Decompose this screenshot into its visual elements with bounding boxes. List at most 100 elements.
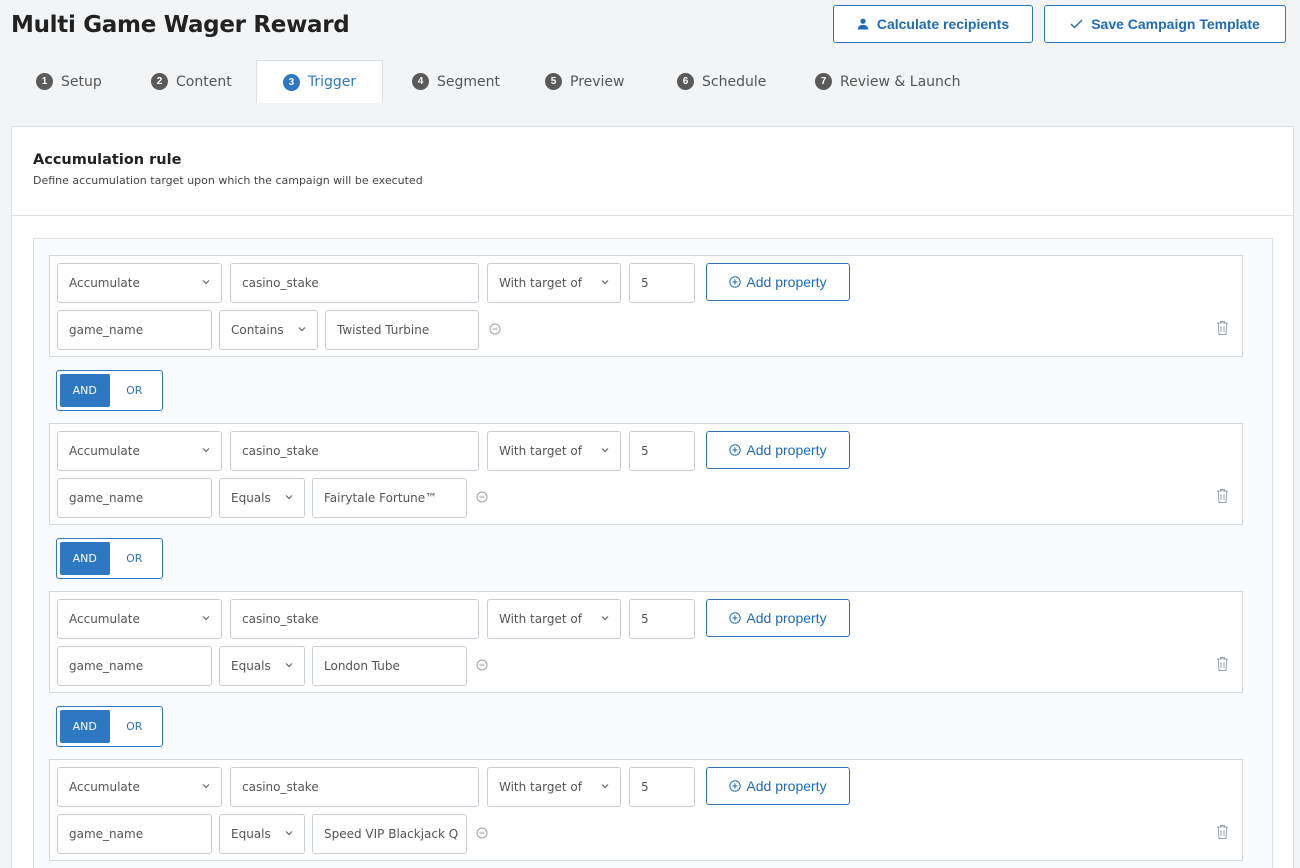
operator-value: Equals <box>231 491 271 505</box>
tab-segment[interactable]: 4 Segment <box>412 60 500 103</box>
property-name-input[interactable]: game_name <box>57 478 212 518</box>
property-name-value: game_name <box>69 323 144 337</box>
section-subtitle: Define accumulation target upon which th… <box>33 174 423 187</box>
add-property-label: Add property <box>746 442 827 458</box>
property-name-input[interactable]: game_name <box>57 646 212 686</box>
step-number-badge: 3 <box>282 73 300 91</box>
step-number-badge: 5 <box>545 73 562 90</box>
remove-property-icon[interactable] <box>489 323 501 335</box>
and-or-toggle: AND OR <box>56 538 163 579</box>
metric-value: casino_stake <box>242 780 319 794</box>
operator-select[interactable]: Contains <box>219 310 318 350</box>
plus-circle-icon <box>729 276 742 288</box>
operator-value: Contains <box>231 323 284 337</box>
target-value-input[interactable]: 5 <box>629 767 695 807</box>
metric-value: casino_stake <box>242 276 319 290</box>
trash-icon[interactable] <box>1216 320 1229 336</box>
chevron-down-icon <box>601 280 609 285</box>
and-option[interactable]: AND <box>60 374 110 407</box>
metric-input[interactable]: casino_stake <box>230 767 479 807</box>
remove-property-icon[interactable] <box>476 827 488 839</box>
chevron-down-icon <box>202 280 210 285</box>
add-property-button[interactable]: Add property <box>706 599 850 637</box>
page-title: Multi Game Wager Reward <box>11 12 350 38</box>
action-select[interactable]: Accumulate <box>57 767 222 807</box>
trash-icon[interactable] <box>1216 656 1229 672</box>
add-property-label: Add property <box>746 274 827 290</box>
property-value-input[interactable]: Fairytale Fortune™ <box>312 478 467 518</box>
action-select[interactable]: Accumulate <box>57 599 222 639</box>
action-select[interactable]: Accumulate <box>57 431 222 471</box>
add-property-button[interactable]: Add property <box>706 263 850 301</box>
property-value-input[interactable]: Twisted Turbine <box>325 310 479 350</box>
section-header: Accumulation rule Define accumulation ta… <box>12 127 1293 216</box>
or-option[interactable]: OR <box>110 710 160 743</box>
target-value-input[interactable]: 5 <box>629 431 695 471</box>
property-name-value: game_name <box>69 491 144 505</box>
property-name-input[interactable]: game_name <box>57 310 212 350</box>
chevron-down-icon <box>202 616 210 621</box>
or-option[interactable]: OR <box>110 374 160 407</box>
target-value: 5 <box>641 780 649 794</box>
operator-value: Equals <box>231 827 271 841</box>
chevron-down-icon <box>285 663 293 668</box>
calculate-recipients-button[interactable]: Calculate recipients <box>833 5 1033 43</box>
metric-input[interactable]: casino_stake <box>230 599 479 639</box>
or-option[interactable]: OR <box>110 542 160 575</box>
metric-input[interactable]: casino_stake <box>230 263 479 303</box>
action-value: Accumulate <box>69 780 140 794</box>
target-mode-select[interactable]: With target of <box>487 599 621 639</box>
chevron-down-icon <box>601 448 609 453</box>
tab-preview[interactable]: 5 Preview <box>545 60 625 103</box>
target-mode-value: With target of <box>499 444 582 458</box>
save-campaign-template-button[interactable]: Save Campaign Template <box>1044 5 1286 43</box>
and-option[interactable]: AND <box>60 710 110 743</box>
action-select[interactable]: Accumulate <box>57 263 222 303</box>
metric-value: casino_stake <box>242 444 319 458</box>
target-value: 5 <box>641 612 649 626</box>
plus-circle-icon <box>729 612 742 624</box>
action-value: Accumulate <box>69 276 140 290</box>
target-value-input[interactable]: 5 <box>629 263 695 303</box>
target-mode-select[interactable]: With target of <box>487 431 621 471</box>
metric-value: casino_stake <box>242 612 319 626</box>
tab-content[interactable]: 2 Content <box>151 60 232 103</box>
user-icon <box>857 18 869 30</box>
add-property-button[interactable]: Add property <box>706 767 850 805</box>
target-value: 5 <box>641 276 649 290</box>
target-mode-value: With target of <box>499 276 582 290</box>
property-value-input[interactable]: London Tube <box>312 646 467 686</box>
property-value: Speed VIP Blackjack Q <box>324 827 459 841</box>
operator-select[interactable]: Equals <box>219 814 305 854</box>
remove-property-icon[interactable] <box>476 491 488 503</box>
step-number-badge: 6 <box>677 73 694 90</box>
tab-review-launch[interactable]: 7 Review & Launch <box>815 60 960 103</box>
target-mode-value: With target of <box>499 780 582 794</box>
tab-trigger[interactable]: 3 Trigger <box>256 60 383 103</box>
step-number-badge: 2 <box>151 73 168 90</box>
trash-icon[interactable] <box>1216 824 1229 840</box>
wizard-tabs: 1 Setup 2 Content 3 Trigger 4 Segment 5 … <box>0 60 1300 103</box>
tab-label: Trigger <box>307 74 357 90</box>
tab-schedule[interactable]: 6 Schedule <box>677 60 766 103</box>
metric-input[interactable]: casino_stake <box>230 431 479 471</box>
target-mode-select[interactable]: With target of <box>487 767 621 807</box>
target-value-input[interactable]: 5 <box>629 599 695 639</box>
add-property-button[interactable]: Add property <box>706 431 850 469</box>
trash-icon[interactable] <box>1216 488 1229 504</box>
accumulation-rule: Accumulate casino_stake With target of 5… <box>49 423 1243 525</box>
operator-select[interactable]: Equals <box>219 646 305 686</box>
property-name-value: game_name <box>69 827 144 841</box>
tab-label: Review & Launch <box>840 73 961 90</box>
property-value-input[interactable]: Speed VIP Blackjack Q <box>312 814 467 854</box>
operator-select[interactable]: Equals <box>219 478 305 518</box>
and-option[interactable]: AND <box>60 542 110 575</box>
tab-setup[interactable]: 1 Setup <box>36 60 102 103</box>
remove-property-icon[interactable] <box>476 659 488 671</box>
chevron-down-icon <box>202 448 210 453</box>
property-name-input[interactable]: game_name <box>57 814 212 854</box>
target-mode-select[interactable]: With target of <box>487 263 621 303</box>
and-or-toggle: AND OR <box>56 370 163 411</box>
add-property-label: Add property <box>746 778 827 794</box>
chevron-down-icon <box>202 784 210 789</box>
